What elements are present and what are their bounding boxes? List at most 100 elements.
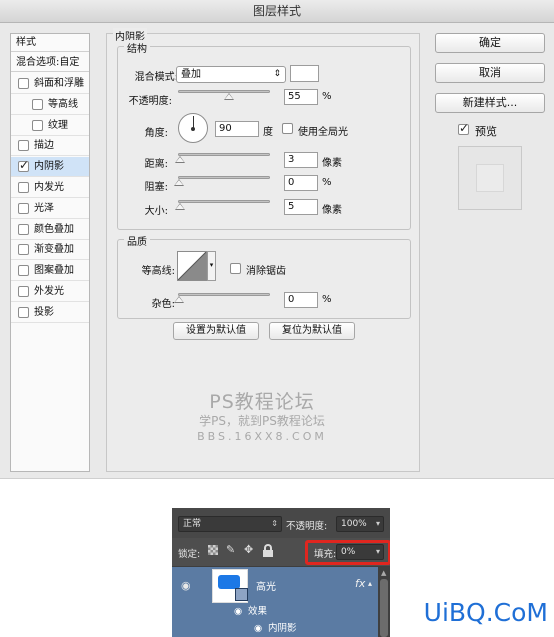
style-item[interactable]: 内发光 [11, 178, 89, 198]
angle-dial[interactable] [178, 113, 208, 143]
size-slider-thumb[interactable] [175, 203, 185, 210]
fx-icon[interactable]: fx [355, 577, 365, 590]
angle-field[interactable]: 90 [215, 121, 259, 137]
global-light-checkbox[interactable] [282, 123, 293, 134]
style-checkbox[interactable] [32, 119, 43, 131]
shadow-color-swatch[interactable] [290, 65, 319, 82]
style-item-label: 光泽 [34, 202, 54, 214]
antialias-checkbox[interactable] [230, 263, 241, 274]
checkmark-icon: ✓ [19, 158, 30, 173]
effects-label: 效果 [248, 606, 268, 617]
blend-mode-label: 混合模式: [134, 72, 178, 83]
distance-slider[interactable] [178, 153, 270, 156]
style-checkbox[interactable] [18, 286, 29, 297]
style-item[interactable]: 图案叠加 [11, 261, 89, 282]
new-style-button[interactable]: 新建样式... [435, 93, 545, 113]
lock-position-move-icon[interactable]: ✥ [244, 543, 253, 556]
preview-checkbox[interactable]: ✓ [458, 121, 470, 135]
styles-list: 样式 混合选项:自定 斜面和浮雕等高线 纹理 描边 ✓ 内阴影内发光光泽颜色叠加渐变叠加… [10, 33, 90, 472]
angle-label: 角度: [144, 128, 168, 139]
style-checkbox[interactable]: ✓ [18, 158, 30, 173]
layer-name[interactable]: 高光 [256, 578, 276, 593]
checkmark-icon: ✓ [459, 121, 470, 135]
noise-slider[interactable] [178, 293, 270, 296]
layer-opacity-label: 不透明度: [286, 521, 328, 532]
angle-dial-center [191, 127, 195, 131]
style-item[interactable]: 颜色叠加 [11, 220, 89, 240]
style-item[interactable]: ✓ 内阴影 [11, 157, 89, 178]
style-checkbox[interactable] [18, 140, 29, 152]
layer-blend-mode-value: 正常 [183, 519, 202, 529]
lock-transparent-pixels-icon[interactable] [208, 545, 218, 555]
size-field[interactable]: 5 [284, 199, 318, 215]
choke-slider-thumb[interactable] [174, 179, 184, 186]
style-item[interactable]: 光泽 [11, 199, 89, 219]
visibility-eye-icon[interactable]: ◉ [181, 579, 191, 592]
style-item[interactable]: 渐变叠加 [11, 240, 89, 261]
preview-thumbnail [458, 146, 522, 210]
style-item[interactable]: 等高线 [11, 95, 89, 115]
distance-unit: 像素 [322, 158, 342, 169]
style-checkbox[interactable] [18, 202, 29, 214]
contour-label: 等高线: [141, 266, 175, 277]
distance-label: 距离: [144, 159, 168, 170]
style-item[interactable]: 外发光 [11, 282, 89, 302]
cancel-button[interactable]: 取消 [435, 63, 545, 83]
set-default-button[interactable]: 设置为默认值 [173, 322, 259, 340]
watermark-url: BBS.16XX8.COM [197, 430, 327, 443]
style-checkbox[interactable] [18, 265, 29, 277]
style-checkbox[interactable] [18, 223, 29, 235]
scrollbar-thumb[interactable] [380, 579, 388, 637]
layer-blend-mode-select[interactable]: 正常 ⇕ [178, 516, 282, 532]
style-item[interactable]: 投影 [11, 303, 89, 323]
scroll-up-arrow-icon[interactable]: ▲ [381, 569, 386, 577]
reset-default-button[interactable]: 复位为默认值 [269, 322, 355, 340]
ok-button[interactable]: 确定 [435, 33, 545, 53]
styles-header[interactable]: 样式 [11, 34, 89, 52]
style-item[interactable]: 斜面和浮雕 [11, 74, 89, 94]
style-checkbox[interactable] [18, 244, 29, 256]
distance-field[interactable]: 3 [284, 152, 318, 168]
noise-field[interactable]: 0 [284, 292, 318, 308]
noise-slider-thumb[interactable] [174, 296, 184, 303]
opacity-unit: % [322, 91, 332, 102]
contour-dropdown-arrow-icon[interactable]: ▾ [207, 251, 216, 281]
effects-row[interactable]: ◉ 效果 [172, 603, 378, 620]
blend-mode-select[interactable]: 叠加 ⇕ [176, 66, 286, 83]
global-light-label: 使用全局光 [298, 127, 348, 138]
size-slider[interactable] [178, 200, 270, 203]
lock-image-pixels-brush-icon[interactable]: ✎ [226, 543, 235, 556]
quality-title: 品质 [124, 233, 150, 248]
effect-eye-icon[interactable]: ◉ [254, 620, 262, 637]
effects-eye-icon[interactable]: ◉ [234, 603, 242, 620]
dropdown-arrow-icon: ▾ [375, 519, 380, 528]
style-item-label: 斜面和浮雕 [34, 78, 84, 89]
choke-slider[interactable] [178, 176, 270, 179]
style-item-label: 内阴影 [34, 161, 64, 173]
style-checkbox[interactable] [32, 98, 43, 110]
layer-row-highlight[interactable]: ◉ 高光 fx ▴ [172, 567, 378, 603]
layer-opacity-value: 100% [341, 519, 367, 529]
quality-group: 品质 等高线: ▾ 消除锯齿 杂色: 0 % [117, 233, 411, 319]
contour-picker[interactable] [177, 251, 207, 281]
collapse-arrow-icon[interactable]: ▴ [368, 579, 372, 588]
blend-mode-value: 叠加 [181, 69, 201, 80]
style-checkbox[interactable] [18, 78, 29, 89]
choke-field[interactable]: 0 [284, 175, 318, 191]
layers-scrollbar[interactable]: ▲ [378, 567, 390, 637]
style-item-label: 渐变叠加 [34, 244, 74, 256]
style-item[interactable]: 描边 [11, 136, 89, 157]
choke-label: 阻塞: [144, 182, 168, 193]
style-checkbox[interactable] [18, 306, 29, 318]
angle-unit: 度 [263, 127, 273, 138]
opacity-field[interactable]: 55 [284, 89, 318, 105]
layer-opacity-field[interactable]: 100% ▾ [336, 516, 384, 532]
style-item-label: 颜色叠加 [34, 223, 74, 235]
distance-slider-thumb[interactable] [175, 156, 185, 163]
opacity-slider-thumb[interactable] [223, 93, 234, 100]
style-item[interactable]: 纹理 [11, 116, 89, 136]
blending-options-item[interactable]: 混合选项:自定 [11, 54, 89, 72]
style-checkbox[interactable] [18, 182, 29, 193]
fill-highlight-box [305, 540, 390, 565]
inner-shadow-effect-row[interactable]: ◉ 内阴影 [172, 620, 378, 637]
